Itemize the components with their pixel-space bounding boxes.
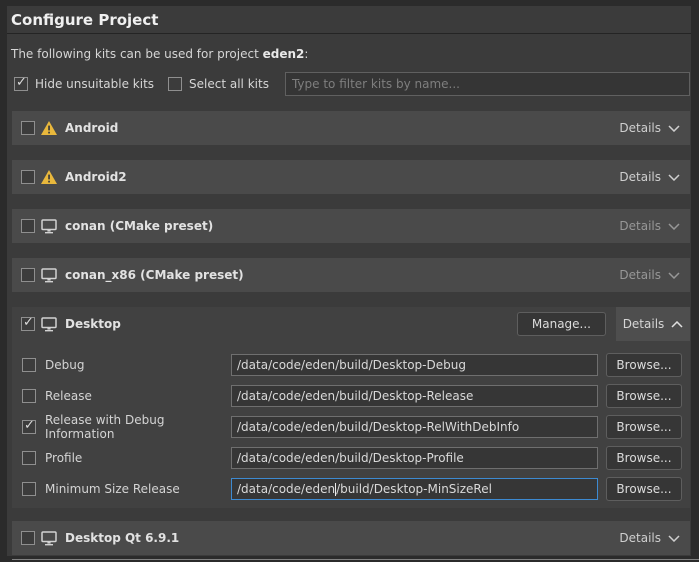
browse-button-relwithdebinfo[interactable]: Browse... [606, 415, 682, 439]
project-name: eden2 [263, 47, 305, 61]
kit-name: conan_x86 (CMake preset) [65, 268, 244, 282]
build-config-row-minsizerel: Minimum Size Release /data/code/eden/bui… [22, 478, 682, 500]
desktop-icon [41, 219, 57, 234]
desktop-icon [41, 531, 57, 546]
chevron-down-icon [668, 174, 680, 181]
kit-row-conan[interactable]: conan (CMake preset) Details [12, 209, 690, 243]
kit-name: Android2 [65, 170, 127, 184]
kit-section-desktop: Desktop Manage... Details Debug Browse..… [12, 307, 690, 508]
browse-button-debug[interactable]: Browse... [606, 353, 682, 377]
kit-name: Android [65, 121, 118, 135]
build-dir-input-minsizerel[interactable]: /data/code/eden/build/Desktop-MinSizeRel [231, 478, 598, 500]
config-checkbox-debug[interactable] [22, 358, 36, 372]
kit-row-desktop[interactable]: Desktop Manage... Details [12, 307, 690, 341]
details-toggle-desktop-qt-691[interactable]: Details [619, 531, 680, 545]
manage-kits-button[interactable]: Manage... [517, 312, 606, 336]
build-config-row-release: Release Browse... [22, 385, 682, 407]
desktop-icon [41, 268, 57, 283]
details-toggle-desktop[interactable]: Details [616, 307, 690, 341]
chevron-down-icon [668, 535, 680, 542]
hide-unsuitable-kits-checkbox[interactable] [14, 77, 28, 91]
kit-name: Desktop [65, 317, 121, 331]
details-label: Details [619, 121, 661, 135]
details-label: Details [619, 268, 661, 282]
kit-checkbox-conan-x86[interactable] [21, 268, 35, 282]
config-checkbox-release[interactable] [22, 389, 36, 403]
build-dir-input-debug[interactable] [231, 354, 598, 376]
chevron-down-icon [668, 125, 680, 132]
kits-description: The following kits can be used for proje… [11, 47, 691, 62]
select-all-kits-checkbox[interactable] [168, 77, 182, 91]
config-label: Debug [45, 358, 231, 372]
path-text-after-caret: /build/Desktop-MinSizeRel [336, 482, 492, 496]
build-config-row-relwithdebinfo: Release with Debug Information Browse... [22, 416, 682, 438]
kit-row-conan-x86[interactable]: conan_x86 (CMake preset) Details [12, 258, 690, 292]
browse-button-minsizerel[interactable]: Browse... [606, 477, 682, 501]
build-dir-input-release[interactable] [231, 385, 598, 407]
browse-button-profile[interactable]: Browse... [606, 446, 682, 470]
config-checkbox-relwithdebinfo[interactable] [22, 420, 36, 434]
details-toggle-conan[interactable]: Details [619, 219, 680, 233]
kit-checkbox-conan[interactable] [21, 219, 35, 233]
config-checkbox-profile[interactable] [22, 451, 36, 465]
kit-row-android[interactable]: Android Details [12, 111, 690, 145]
chevron-down-icon [668, 272, 680, 279]
browse-button-release[interactable]: Browse... [606, 384, 682, 408]
config-label: Profile [45, 451, 231, 465]
warning-icon [41, 121, 57, 135]
desktop-icon [41, 317, 57, 332]
build-config-row-debug: Debug Browse... [22, 354, 682, 376]
path-text-before-caret: /data/code/eden [237, 482, 335, 496]
select-all-kits-option[interactable]: Select all kits [168, 77, 269, 91]
build-dir-input-relwithdebinfo[interactable] [231, 416, 598, 438]
kit-checkbox-android2[interactable] [21, 170, 35, 184]
chevron-up-icon [671, 321, 683, 328]
kit-name: Desktop Qt 6.9.1 [65, 531, 179, 545]
details-label: Details [619, 219, 661, 233]
details-toggle-conan-x86[interactable]: Details [619, 268, 680, 282]
kit-row-android2[interactable]: Android2 Details [12, 160, 690, 194]
kits-description-suffix: : [304, 47, 308, 61]
page-title: Configure Project [7, 6, 691, 33]
details-toggle-android2[interactable]: Details [619, 170, 680, 184]
kit-checkbox-desktop[interactable] [21, 317, 35, 331]
kit-checkbox-android[interactable] [21, 121, 35, 135]
configure-project-window: { "header": { "title": "Configure Projec… [0, 0, 699, 562]
select-all-kits-label: Select all kits [189, 77, 269, 91]
bottom-separator [12, 559, 699, 560]
configure-project-panel: Configure Project The following kits can… [7, 6, 691, 556]
build-config-row-profile: Profile Browse... [22, 447, 682, 469]
details-label: Details [619, 170, 661, 184]
config-checkbox-minsizerel[interactable] [22, 482, 36, 496]
title-separator [7, 33, 691, 34]
details-label: Details [619, 531, 661, 545]
filter-kits-input[interactable] [285, 72, 690, 96]
chevron-down-icon [668, 223, 680, 230]
build-dir-input-profile[interactable] [231, 447, 598, 469]
details-label: Details [623, 317, 665, 331]
hide-unsuitable-kits-label: Hide unsuitable kits [35, 77, 154, 91]
config-label: Minimum Size Release [45, 482, 231, 496]
hide-unsuitable-kits-option[interactable]: Hide unsuitable kits [14, 77, 154, 91]
details-toggle-android[interactable]: Details [619, 121, 680, 135]
warning-icon [41, 170, 57, 184]
kit-checkbox-desktop-qt-691[interactable] [21, 531, 35, 545]
config-label: Release [45, 389, 231, 403]
filter-row: Hide unsuitable kits Select all kits [14, 71, 690, 96]
config-label: Release with Debug Information [45, 413, 231, 441]
kit-row-desktop-qt-691[interactable]: Desktop Qt 6.9.1 Details [12, 521, 690, 555]
kit-name: conan (CMake preset) [65, 219, 213, 233]
kits-description-prefix: The following kits can be used for proje… [11, 47, 263, 61]
